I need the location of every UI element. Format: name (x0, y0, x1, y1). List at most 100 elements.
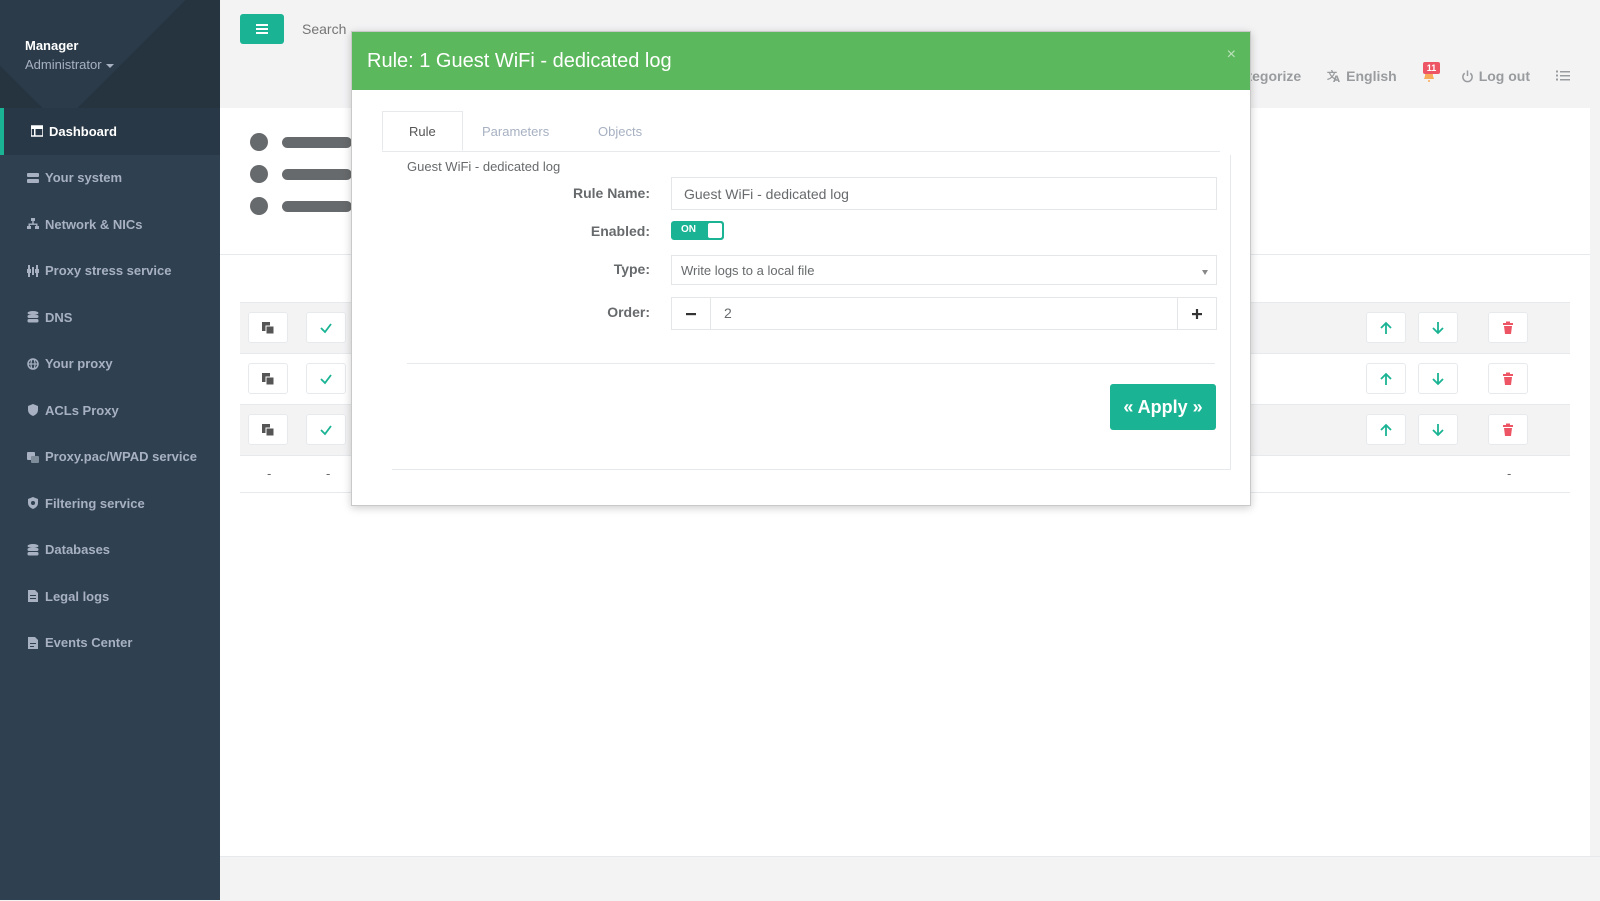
copy-icon (262, 372, 275, 385)
sidebar-item-events-center[interactable]: Events Center (0, 620, 220, 667)
list-bullet-icon (250, 197, 268, 215)
sidebar-item-databases[interactable]: Databases (0, 527, 220, 574)
file-icon (28, 636, 38, 649)
move-down-button[interactable] (1418, 363, 1458, 394)
shield-icon (28, 404, 38, 417)
enabled-toggle[interactable]: ON (671, 221, 724, 240)
modal-tabs: Rule Parameters Objects (382, 111, 1220, 152)
rule-form-panel: Guest WiFi - dedicated log Rule Name: Gu… (392, 155, 1231, 470)
sidebar-item-proxy-stress[interactable]: Proxy stress service (0, 248, 220, 295)
profile-area: Manager Administrator (0, 0, 220, 108)
menu-toggle-button[interactable] (240, 14, 284, 44)
sidebar-item-legal-logs[interactable]: Legal logs (0, 573, 220, 620)
apply-button[interactable]: « Apply » (1110, 384, 1216, 430)
sidebar-item-label: Databases (45, 542, 111, 558)
sidebar-item-acls-proxy[interactable]: ACLs Proxy (0, 387, 220, 434)
type-select[interactable]: Write logs to a local file (671, 255, 1217, 285)
order-value[interactable]: 2 (724, 305, 732, 321)
top-nav: ategorize 文A English 11 Log out (1240, 62, 1570, 84)
sidebar-item-your-system[interactable]: Your system (0, 155, 220, 202)
placeholder-bar (282, 201, 352, 212)
tab-rule[interactable]: Rule (382, 111, 463, 151)
notification-badge: 11 (1422, 62, 1441, 74)
check-icon (320, 322, 332, 333)
modal-header: Rule: 1 Guest WiFi - dedicated log (352, 32, 1250, 90)
tasks-icon (1556, 70, 1570, 81)
sidebar-item-dashboard[interactable]: Dashboard (0, 108, 220, 155)
table-cell: - (326, 466, 331, 481)
sidebar-item-dns[interactable]: DNS (0, 294, 220, 341)
move-up-button[interactable] (1366, 312, 1406, 343)
type-selected-value: Write logs to a local file (681, 262, 815, 278)
order-stepper: 2 (671, 297, 1217, 330)
tab-parameters[interactable]: Parameters (456, 111, 575, 151)
database-icon (27, 311, 39, 323)
dropdown-arrow-icon (1202, 270, 1208, 275)
notifications-button[interactable]: 11 (1422, 62, 1441, 82)
sidebar-item-proxy-pac[interactable]: Proxy.pac/WPAD service (0, 434, 220, 481)
delete-button[interactable] (1488, 363, 1528, 394)
profile-name: Manager (25, 38, 79, 53)
trash-icon (1503, 423, 1513, 436)
delete-button[interactable] (1488, 414, 1528, 445)
copy-icon (262, 321, 275, 334)
duplicate-button[interactable] (248, 363, 288, 394)
arrow-down-icon (1432, 321, 1444, 334)
translate-icon: 文A (1327, 69, 1340, 83)
sidebar-item-label: DNS (45, 309, 73, 325)
modal-title: Rule: 1 Guest WiFi - dedicated log (367, 49, 672, 72)
duplicate-button[interactable] (248, 414, 288, 445)
move-down-button[interactable] (1418, 312, 1458, 343)
tab-objects[interactable]: Objects (572, 111, 668, 151)
sidebar-item-your-proxy[interactable]: Your proxy (0, 341, 220, 388)
duplicate-button[interactable] (248, 312, 288, 343)
panel-title: Guest WiFi - dedicated log (407, 159, 561, 174)
move-down-button[interactable] (1418, 414, 1458, 445)
delete-button[interactable] (1488, 312, 1528, 343)
enable-check-button[interactable] (306, 414, 346, 445)
list-bullet-icon (250, 165, 268, 183)
table-cell: - (267, 466, 272, 481)
stress-icon (27, 264, 39, 277)
profile-decoration (0, 0, 216, 108)
power-icon (1461, 69, 1473, 82)
order-label: Order: (607, 304, 650, 320)
close-icon[interactable]: × (1227, 46, 1236, 64)
sidebar-nav: Dashboard Your system Network & NICs Pro… (0, 108, 220, 666)
list-bullet-icon (250, 133, 268, 151)
form-divider (407, 363, 1215, 364)
type-label: Type: (613, 261, 650, 277)
trash-icon (1503, 321, 1513, 334)
sidebar-item-label: Your system (45, 170, 123, 186)
filter-shield-icon (28, 497, 38, 510)
sidebar-item-label: Filtering service (45, 495, 145, 511)
check-icon (320, 424, 332, 435)
move-up-button[interactable] (1366, 363, 1406, 394)
language-selector[interactable]: 文A English (1327, 68, 1397, 84)
arrow-up-icon (1380, 372, 1392, 385)
sidebar-item-filtering[interactable]: Filtering service (0, 480, 220, 527)
profile-role-dropdown[interactable]: Administrator (25, 57, 114, 72)
hamburger-icon (256, 24, 268, 34)
enable-check-button[interactable] (306, 363, 346, 394)
right-sidebar-toggle[interactable] (1556, 70, 1570, 82)
enable-check-button[interactable] (306, 312, 346, 343)
script-icon (27, 451, 39, 463)
toggle-knob (708, 223, 722, 238)
globe-icon (27, 358, 39, 370)
arrow-up-icon (1380, 423, 1392, 436)
document-icon (28, 590, 38, 603)
dashboard-icon (31, 125, 43, 137)
rule-name-field[interactable]: Guest WiFi - dedicated log (671, 177, 1217, 210)
caret-down-icon (105, 63, 114, 68)
logout-button[interactable]: Log out (1461, 68, 1530, 84)
sidebar-item-label: Events Center (45, 635, 133, 651)
move-up-button[interactable] (1366, 414, 1406, 445)
sidebar-item-label: ACLs Proxy (45, 402, 119, 418)
sidebar-item-label: Your proxy (45, 356, 113, 372)
increment-button[interactable] (1177, 298, 1216, 329)
sidebar-item-network[interactable]: Network & NICs (0, 201, 220, 248)
arrow-up-icon (1380, 321, 1392, 334)
server-icon (27, 172, 39, 183)
decrement-button[interactable] (672, 298, 711, 329)
